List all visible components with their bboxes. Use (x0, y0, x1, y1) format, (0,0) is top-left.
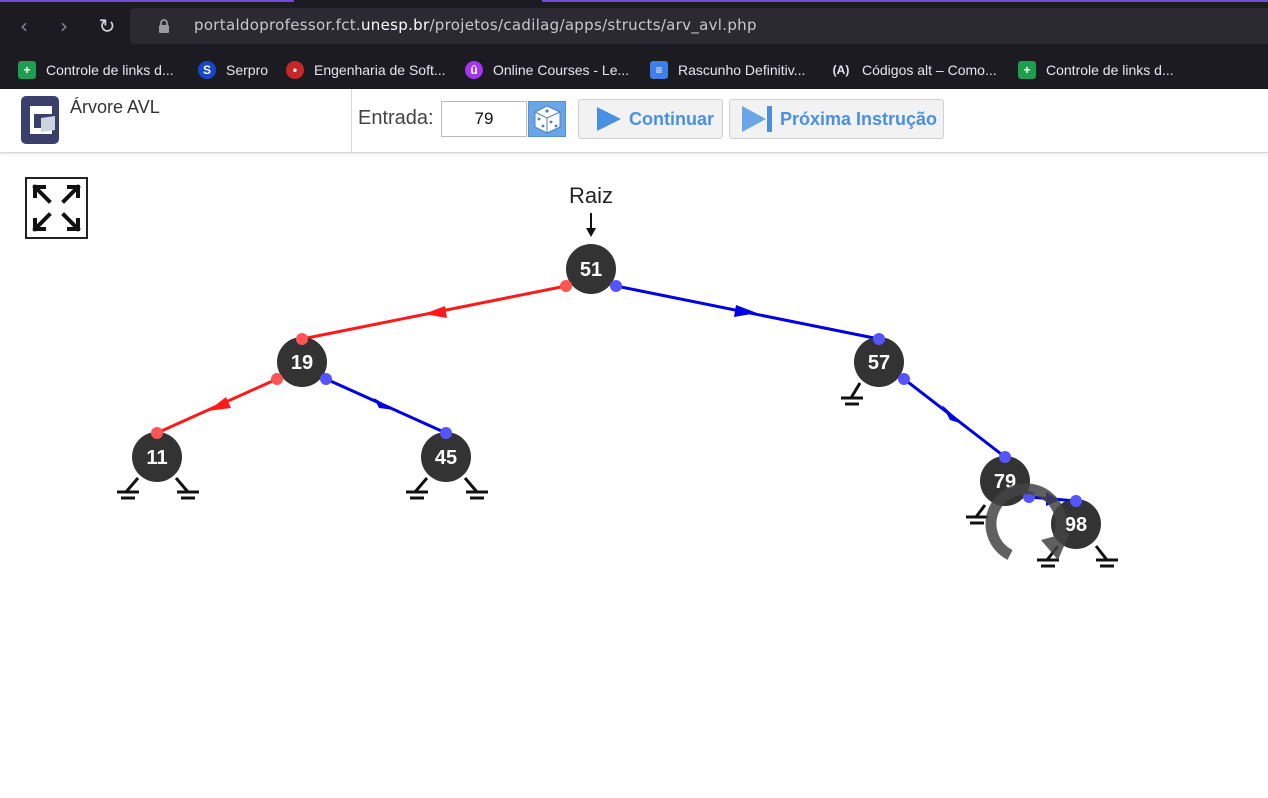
edge-57-79 (903, 377, 1006, 459)
node-value: 11 (146, 447, 167, 469)
node-value: 45 (435, 447, 457, 469)
node-value: 51 (580, 259, 602, 281)
edge-19-11 (156, 377, 278, 435)
tree-node: 45 (421, 432, 471, 482)
null-leaf-symbols (117, 382, 1118, 568)
root-label: Raiz (569, 183, 613, 208)
root-arrow (586, 213, 596, 237)
edge-19-45 (325, 377, 447, 435)
edge-51-57 (615, 284, 880, 341)
edge-51-19 (301, 284, 567, 341)
node-value: 57 (868, 352, 890, 374)
node-value: 19 (291, 352, 313, 374)
avl-tree-canvas: Raiz 51 19 57 11 45 79 98 (117, 183, 1118, 568)
connector-dots (151, 280, 1082, 507)
tree-node: 51 (566, 244, 616, 294)
tree-node: 11 (132, 432, 182, 482)
